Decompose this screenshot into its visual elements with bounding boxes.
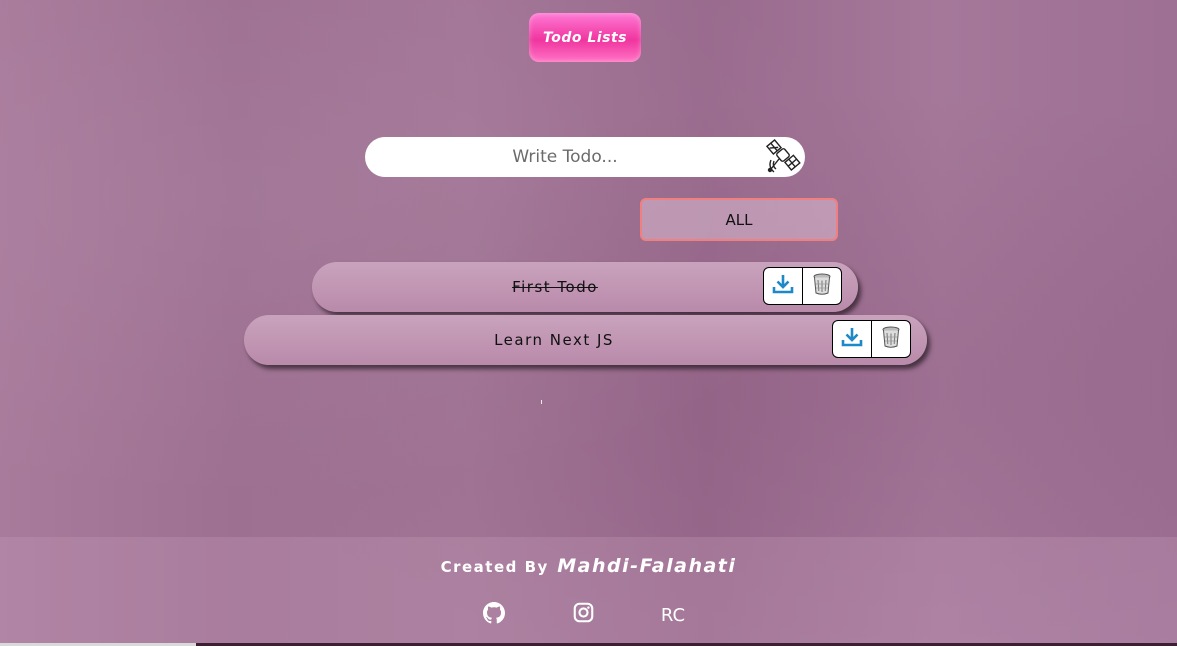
instagram-icon xyxy=(573,602,594,628)
trash-icon xyxy=(811,272,833,301)
satellite-icon[interactable] xyxy=(765,138,803,175)
todo-item: Learn Next JS xyxy=(244,315,927,365)
filter-select[interactable]: ALL xyxy=(640,198,838,241)
divider-mark xyxy=(541,400,542,404)
complete-button[interactable] xyxy=(763,267,803,305)
instagram-link[interactable] xyxy=(571,602,595,628)
credit-line: Created By Mahdi-Falahati xyxy=(0,555,1177,577)
download-icon xyxy=(840,325,864,354)
rc-link[interactable]: RC xyxy=(657,603,689,627)
todo-item: First Todo xyxy=(312,262,858,312)
delete-button[interactable] xyxy=(871,320,911,358)
trash-icon xyxy=(880,325,902,354)
author-name: Mahdi-Falahati xyxy=(557,555,737,577)
todo-form xyxy=(365,137,805,177)
app-title-button[interactable]: Todo Lists xyxy=(529,13,641,62)
todo-text: Learn Next JS xyxy=(494,331,614,349)
github-link[interactable] xyxy=(482,601,506,629)
footer: Created By Mahdi-Falahati RC xyxy=(0,537,1177,646)
download-icon xyxy=(771,272,795,301)
todo-input[interactable] xyxy=(365,137,765,177)
delete-button[interactable] xyxy=(802,267,842,305)
created-by-label: Created By xyxy=(440,558,549,576)
todo-text: First Todo xyxy=(512,278,598,296)
github-icon xyxy=(483,601,505,629)
complete-button[interactable] xyxy=(832,320,872,358)
